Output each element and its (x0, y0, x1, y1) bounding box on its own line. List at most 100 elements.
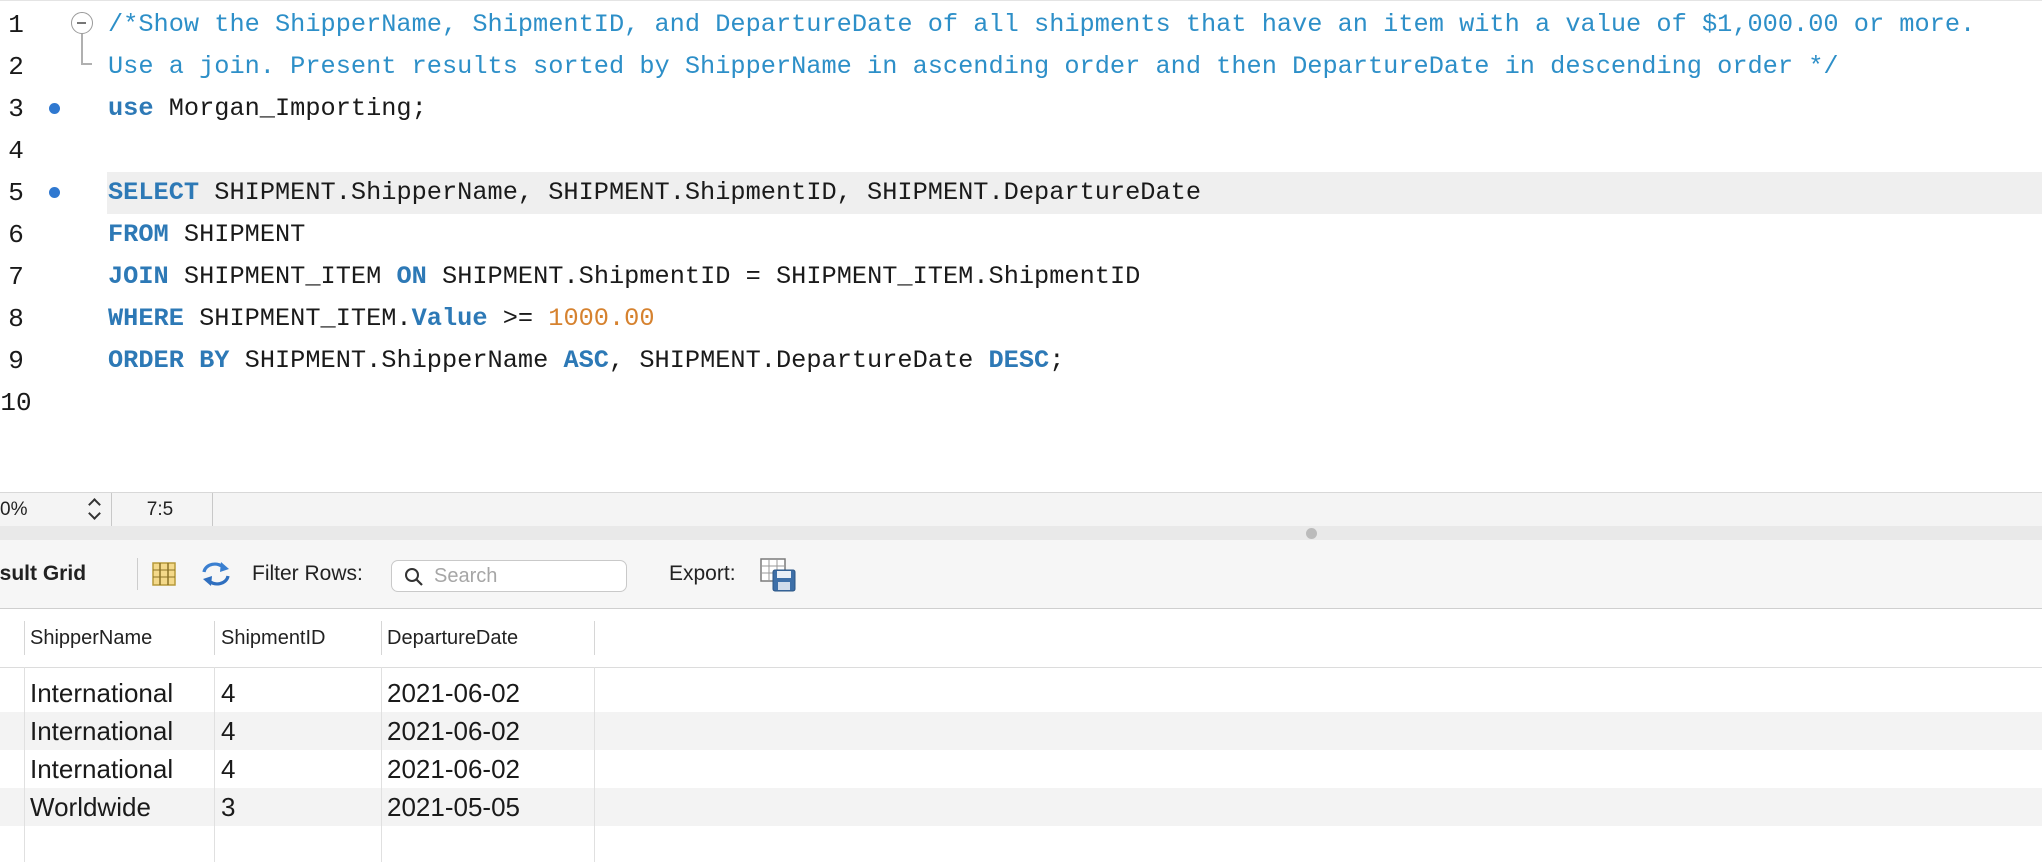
fold-guide-line (81, 34, 83, 64)
line-code[interactable]: SELECT SHIPMENT.ShipperName, SHIPMENT.Sh… (108, 172, 1201, 214)
line-number: 5 (8, 178, 24, 208)
sql-keyword: use (108, 94, 154, 123)
line-number: 8 (8, 304, 24, 334)
export-label: Export: (669, 562, 736, 585)
line-number: 4 (8, 136, 24, 166)
code-line[interactable]: 9 ORDER BY SHIPMENT.ShipperName ASC, SHI… (0, 340, 2042, 382)
cell-shipment-id[interactable]: 3 (213, 788, 381, 826)
column-header-shipment-id[interactable]: ShipmentID (213, 623, 379, 653)
line-code[interactable]: WHERE SHIPMENT_ITEM.Value >= 1000.00 (108, 298, 655, 340)
refresh-icon[interactable] (200, 560, 232, 588)
sql-token: SHIPMENT_ITEM. (183, 304, 412, 333)
cell-shipper-name[interactable]: Worldwide (22, 788, 214, 826)
fold-collapse-icon[interactable] (71, 12, 93, 34)
sql-token: SHIPMENT.ShipmentID = SHIPMENT_ITEM.Ship… (426, 262, 1141, 291)
toolbar-divider (137, 558, 138, 590)
column-header-departure-date[interactable]: DepartureDate (379, 623, 593, 653)
zoom-stepper-icon[interactable] (84, 497, 106, 523)
sql-keyword: WHERE (108, 304, 184, 333)
cell-departure-date[interactable]: 2021-05-05 (379, 788, 594, 826)
statement-marker-dot[interactable] (49, 187, 60, 198)
sql-token: , SHIPMENT.DepartureDate (608, 346, 989, 375)
search-icon (405, 568, 423, 586)
result-grid-tab[interactable]: esult Grid (0, 540, 86, 608)
zoom-level: 0% (0, 499, 28, 520)
grid-column-line (24, 667, 25, 862)
filter-search-input[interactable] (434, 561, 620, 591)
cell-departure-date[interactable]: 2021-06-02 (379, 712, 594, 750)
sql-comment: Use a join. Present results sorted by Sh… (108, 52, 1839, 81)
sql-keyword: ASC (563, 346, 609, 375)
sql-keyword: ON (396, 262, 427, 291)
sql-keyword: DESC (988, 346, 1050, 375)
table-row[interactable]: International 4 2021-06-02 (0, 674, 2042, 712)
status-divider (212, 493, 213, 526)
sql-token: ; (1049, 346, 1065, 375)
line-number: 9 (8, 346, 24, 376)
line-number: 3 (8, 94, 24, 124)
code-line[interactable]: 5 SELECT SHIPMENT.ShipperName, SHIPMENT.… (0, 172, 2042, 214)
pane-splitter[interactable] (0, 526, 2042, 540)
sql-editor[interactable]: 1 /*Show the ShipperName, ShipmentID, an… (0, 0, 2042, 463)
line-code[interactable]: JOIN SHIPMENT_ITEM ON SHIPMENT.ShipmentI… (108, 256, 1140, 298)
sql-token: >= (487, 304, 549, 333)
sql-keyword: Value (411, 304, 488, 333)
code-line[interactable]: 1 /*Show the ShipperName, ShipmentID, an… (0, 4, 2042, 46)
column-header-shipper-name[interactable]: ShipperName (22, 623, 212, 653)
table-row[interactable]: International 4 2021-06-02 (0, 712, 2042, 750)
filter-rows-label: Filter Rows: (252, 562, 363, 585)
sql-keyword: ORDER BY (108, 346, 230, 375)
cursor-position: 7:5 (146, 499, 174, 520)
table-row[interactable]: Worldwide 3 2021-05-05 (0, 788, 2042, 826)
code-line[interactable]: 8 WHERE SHIPMENT_ITEM.Value >= 1000.00 (0, 298, 2042, 340)
line-code[interactable]: ORDER BY SHIPMENT.ShipperName ASC, SHIPM… (108, 340, 1064, 382)
code-line[interactable]: 6 FROM SHIPMENT (0, 214, 2042, 256)
export-icon[interactable] (760, 558, 798, 592)
code-line[interactable]: 2 Use a join. Present results sorted by … (0, 46, 2042, 88)
column-divider[interactable] (594, 621, 595, 655)
cell-shipper-name[interactable]: International (22, 712, 214, 750)
result-toolbar: esult Grid Filter Rows: Export: (0, 540, 2042, 609)
form-editor-icon[interactable] (152, 562, 176, 586)
cell-shipment-id[interactable]: 4 (213, 750, 381, 788)
line-code[interactable]: Use a join. Present results sorted by Sh… (108, 46, 1839, 88)
filter-search-box[interactable] (391, 560, 627, 592)
cell-shipper-name[interactable]: International (22, 750, 214, 788)
grid-column-line (381, 667, 382, 862)
code-line[interactable]: 10 (0, 382, 2042, 424)
code-line[interactable]: 3 use Morgan_Importing; (0, 88, 2042, 130)
result-grid[interactable]: ShipperName ShipmentID DepartureDate Int… (0, 609, 2042, 862)
line-code[interactable]: /*Show the ShipperName, ShipmentID, and … (108, 4, 1975, 46)
cell-shipment-id[interactable]: 4 (213, 712, 381, 750)
sql-token: SHIPMENT.ShipperName, SHIPMENT.ShipmentI… (199, 178, 1202, 207)
splitter-handle[interactable] (1306, 528, 1317, 539)
statement-marker-dot[interactable] (49, 103, 60, 114)
cell-shipper-name[interactable]: International (22, 674, 214, 712)
sql-comment: /*Show the ShipperName, ShipmentID, and … (108, 10, 1976, 39)
grid-header: ShipperName ShipmentID DepartureDate (0, 609, 2042, 668)
line-code[interactable]: use Morgan_Importing; (108, 88, 427, 130)
line-number: 2 (8, 52, 24, 82)
cell-shipment-id[interactable]: 4 (213, 674, 381, 712)
sql-keyword: FROM (108, 220, 169, 249)
code-line[interactable]: 4 (0, 130, 2042, 172)
line-number: 10 (0, 388, 32, 418)
sql-token: Morgan_Importing; (153, 94, 427, 123)
line-number: 7 (8, 262, 24, 292)
cell-departure-date[interactable]: 2021-06-02 (379, 750, 594, 788)
editor-status-bar: 0% 7:5 (0, 492, 2042, 527)
table-row[interactable]: International 4 2021-06-02 (0, 750, 2042, 788)
sql-keyword: SELECT (108, 178, 200, 207)
code-line[interactable]: 7 JOIN SHIPMENT_ITEM ON SHIPMENT.Shipmen… (0, 256, 2042, 298)
sql-number: 1000.00 (548, 304, 655, 333)
sql-token: SHIPMENT_ITEM (168, 262, 397, 291)
grid-column-line (594, 667, 595, 862)
fold-guide-end (81, 63, 92, 65)
sql-token: SHIPMENT (168, 220, 306, 249)
sql-keyword: JOIN (108, 262, 169, 291)
cell-departure-date[interactable]: 2021-06-02 (379, 674, 594, 712)
editor-top-border (0, 0, 2042, 1)
sql-token: SHIPMENT.ShipperName (229, 346, 564, 375)
line-number: 6 (8, 220, 24, 250)
line-code[interactable]: FROM SHIPMENT (108, 214, 305, 256)
